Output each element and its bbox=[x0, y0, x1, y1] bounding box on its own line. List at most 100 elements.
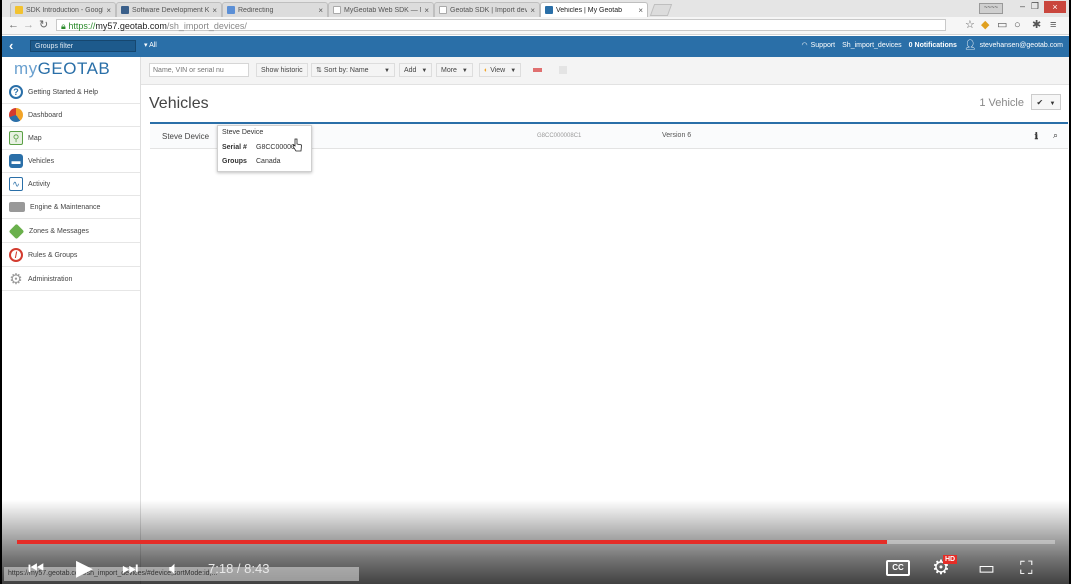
window-close-button[interactable]: × bbox=[1044, 1, 1066, 13]
collapse-sidebar-icon[interactable]: ‹ bbox=[9, 39, 13, 53]
volume-icon[interactable]: 🔈︎ bbox=[169, 557, 180, 579]
progress-bar[interactable] bbox=[17, 540, 1055, 544]
reload-icon[interactable]: ↻ bbox=[39, 19, 48, 31]
sidebar-item-map[interactable]: ⚲ Map bbox=[2, 127, 140, 150]
docs-icon bbox=[15, 6, 23, 14]
view-label: View bbox=[490, 67, 506, 74]
time-display: 7:18 / 8:43 bbox=[208, 561, 270, 576]
database-name[interactable]: Sh_import_devices bbox=[842, 41, 902, 51]
browser-tab[interactable]: Geotab SDK | Import dev × bbox=[434, 2, 540, 17]
sidebar-item-label: Getting Started & Help bbox=[28, 88, 99, 96]
vehicle-name[interactable]: Steve Device bbox=[162, 132, 209, 141]
page-icon bbox=[439, 6, 447, 14]
url-bar[interactable]: 🔒︎ https://my57.geotab.com/sh_import_dev… bbox=[56, 19, 946, 31]
chevron-down-icon: ▼ bbox=[421, 68, 428, 74]
tab-label: MyGeotab Web SDK — M bbox=[344, 6, 422, 14]
more-button[interactable]: More ▼ bbox=[436, 63, 473, 77]
info-icon[interactable]: ℹ bbox=[1035, 131, 1038, 142]
select-dropdown-button[interactable]: ✔ ▼ bbox=[1031, 94, 1061, 110]
forward-icon[interactable]: → bbox=[23, 19, 34, 31]
dashboard-icon bbox=[9, 108, 23, 122]
user-icon: 👤︎ bbox=[963, 40, 977, 51]
settings-icon[interactable]: ✱ bbox=[1032, 19, 1041, 31]
vehicle-count: 1 Vehicle bbox=[979, 97, 1024, 109]
sidebar-item-getting-started[interactable]: ? Getting Started & Help bbox=[2, 81, 140, 104]
browser-tab[interactable]: Software Development K × bbox=[116, 2, 222, 17]
sort-by-dropdown[interactable]: ⇅ Sort by: Name ▼ bbox=[311, 63, 395, 77]
activity-icon: ∿ bbox=[9, 177, 23, 191]
browser-tab[interactable]: SDK Introduction - Googl × bbox=[10, 2, 116, 17]
tooltip-serial-value: G8CC00000 bbox=[256, 144, 295, 151]
tab-label: Geotab SDK | Import dev bbox=[450, 6, 528, 14]
next-icon[interactable]: ⏭ bbox=[122, 557, 138, 579]
sort-by-label: Sort by: Name bbox=[323, 67, 369, 74]
cast-icon[interactable]: ▭ bbox=[997, 19, 1007, 31]
add-button[interactable]: Add ▼ bbox=[399, 63, 433, 77]
close-icon[interactable]: × bbox=[530, 6, 535, 15]
star-icon[interactable]: ☆ bbox=[965, 19, 975, 31]
app-header: ‹ Groups filter ▾ All ◠ Support Sh_impor… bbox=[2, 36, 1069, 57]
extension-icon[interactable]: ○ bbox=[1014, 19, 1021, 31]
extension-icon[interactable]: ◆ bbox=[981, 19, 989, 31]
previous-icon[interactable]: ⏮ bbox=[28, 557, 44, 579]
sort-icon: ⇅ bbox=[316, 67, 322, 74]
user-menu[interactable]: stevehansen@geotab.com bbox=[980, 41, 1063, 51]
close-icon[interactable]: × bbox=[424, 6, 429, 15]
close-icon[interactable]: × bbox=[318, 6, 323, 15]
progress-played bbox=[17, 540, 887, 544]
support-link[interactable]: Support bbox=[811, 41, 836, 51]
search-icon[interactable]: ⌕ bbox=[1053, 130, 1058, 141]
browser-tab-active[interactable]: Vehicles | My Geotab × bbox=[540, 2, 648, 17]
show-historic-button[interactable]: Show historic bbox=[256, 63, 308, 77]
view-button[interactable]: ◐ View ▼ bbox=[479, 63, 522, 77]
gear-icon: ⚙ bbox=[9, 271, 23, 288]
sidebar-item-label: Vehicles bbox=[28, 157, 55, 165]
chevron-down-icon: ▾ bbox=[144, 42, 148, 49]
close-icon[interactable]: × bbox=[212, 6, 217, 15]
sidebar-item-rules-groups[interactable]: / Rules & Groups bbox=[2, 244, 140, 267]
back-icon[interactable]: ← bbox=[8, 19, 19, 31]
sidebar-item-vehicles[interactable]: ▬ Vehicles bbox=[2, 150, 140, 173]
close-icon[interactable]: × bbox=[638, 6, 643, 15]
chevron-down-icon: ▼ bbox=[384, 68, 390, 74]
sidebar-item-administration[interactable]: ⚙ Administration bbox=[2, 268, 140, 291]
sidebar-item-label: Activity bbox=[28, 180, 51, 188]
hand-cursor-icon bbox=[292, 138, 302, 152]
browser-tab[interactable]: Redirecting × bbox=[222, 2, 328, 17]
more-label: More bbox=[441, 67, 457, 74]
sidebar-item-dashboard[interactable]: Dashboard bbox=[2, 104, 140, 127]
theater-mode-icon[interactable]: ▭ bbox=[978, 557, 995, 579]
sidebar-item-zones-messages[interactable]: Zones & Messages bbox=[2, 220, 140, 243]
menu-icon[interactable]: ≡ bbox=[1050, 19, 1056, 31]
sidebar-item-engine-maintenance[interactable]: Engine & Maintenance bbox=[2, 196, 140, 219]
restore-icon[interactable]: ❐ bbox=[1031, 1, 1039, 12]
export-icon[interactable] bbox=[555, 63, 571, 77]
vehicle-serial: G8CC000008C1 bbox=[537, 133, 582, 139]
chevron-down-icon: ▼ bbox=[461, 68, 468, 74]
rules-icon: / bbox=[9, 248, 23, 262]
browser-tab[interactable]: MyGeotab Web SDK — M × bbox=[328, 2, 434, 17]
sidebar-item-activity[interactable]: ∿ Activity bbox=[2, 173, 140, 196]
help-icon: ? bbox=[9, 85, 23, 99]
mygeotab-logo[interactable]: myGEOTAB bbox=[14, 59, 110, 79]
page-title: Vehicles bbox=[149, 95, 209, 112]
minimize-icon[interactable]: – bbox=[1020, 1, 1025, 11]
fullscreen-icon[interactable]: ⛶ bbox=[1020, 557, 1033, 579]
tooltip-serial-label: Serial # bbox=[222, 144, 247, 151]
new-tab-button[interactable] bbox=[649, 4, 673, 16]
profile-badge[interactable]: ~~~~ bbox=[979, 3, 1003, 14]
screen: SDK Introduction - Googl × Software Deve… bbox=[2, 0, 1069, 584]
browser-tab-strip: SDK Introduction - Googl × Software Deve… bbox=[2, 0, 1069, 18]
play-icon[interactable]: ▶ bbox=[76, 557, 93, 579]
vehicle-icon: ▬ bbox=[9, 154, 23, 168]
search-input[interactable] bbox=[149, 63, 249, 77]
all-groups-dropdown[interactable]: ▾ All bbox=[144, 41, 157, 51]
player-controls: ⏮ ▶ ⏭ 🔈︎ 7:18 / 8:43 CC ⚙ HD ▭ ⛶ bbox=[2, 555, 1069, 584]
groups-filter-input[interactable]: Groups filter bbox=[30, 40, 136, 52]
sidebar-item-label: Zones & Messages bbox=[29, 227, 89, 235]
close-icon[interactable]: × bbox=[106, 6, 111, 15]
notifications-link[interactable]: 0 Notifications bbox=[909, 41, 957, 51]
logo-geotab: GEOTAB bbox=[37, 59, 111, 78]
captions-button[interactable]: CC bbox=[886, 560, 910, 576]
filter-icon[interactable] bbox=[529, 63, 545, 77]
